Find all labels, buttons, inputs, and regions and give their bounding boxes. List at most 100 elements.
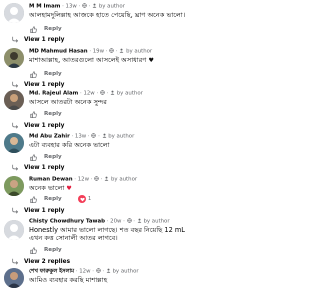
author-name[interactable]: Md. Rajeul Alam [29,91,78,97]
comment-header: Chisty Chowdhury Tawab · 20w · · by auth… [29,218,170,225]
comment-text-line-1: Honestly আমার ভালো লাগছে। শত বছর নিয়েছি… [29,226,185,234]
author-badge-icon [110,90,115,95]
view-replies-link[interactable]: View 1 reply [12,122,64,129]
globe-icon [91,133,97,138]
comment-header: Ruman Dewan · 12w · · by author [29,176,138,183]
author-badge-icon [137,218,142,223]
author-name[interactable]: Chisty Chowdhury Tawab [29,219,105,225]
author-badge-icon [102,133,106,138]
view-replies-link[interactable]: View 2 replies [12,258,70,265]
comment-time[interactable]: 12w [78,177,89,183]
comment-time[interactable]: 20w [110,219,121,225]
view-replies-label: View 1 reply [24,164,65,171]
author-name[interactable]: Md Abu Zahir [29,134,70,140]
author-name[interactable]: শেখ ফারুকুল ইসলাম [29,269,74,275]
globe-icon [100,90,105,95]
avatar[interactable] [4,3,24,23]
like-icon[interactable] [30,153,37,161]
globe-icon [82,3,87,8]
reply-arrow-icon [12,207,19,214]
author-badge: by author [112,268,139,275]
author-badge: by author [143,218,170,225]
view-replies-label: View 2 replies [24,258,71,265]
globe-icon [109,48,115,53]
view-replies-label: View 1 reply [24,36,65,43]
like-icon[interactable] [30,25,37,33]
view-replies-link[interactable]: View 1 reply [12,81,64,88]
comment-actions: Reply [30,246,62,254]
avatar[interactable] [4,220,24,240]
reply-arrow-icon [12,164,19,171]
view-replies-link[interactable]: View 1 reply [12,207,64,214]
avatar[interactable] [4,90,24,110]
author-badge: by author [116,90,143,97]
comment-text-row: মাশাআল্লাহ, আতরগুলো আসলেই অসাধারণ ♥ [29,56,296,65]
author-badge: by author [108,133,135,140]
avatar[interactable] [4,268,24,288]
reply-button[interactable]: Reply [44,111,62,117]
comment-time[interactable]: 13w [75,134,86,140]
comment-header: M M Imam · 13w · · by author [29,3,125,10]
view-replies-label: View 1 reply [24,81,65,88]
comment-actions: Reply [30,70,62,78]
comment-feed: M M Imam · 13w · · by author আলহামদুলিল্… [0,0,300,291]
author-name[interactable]: M M Imam [29,4,60,10]
globe-icon [95,268,101,273]
view-replies-link[interactable]: View 1 reply [12,36,64,43]
reply-arrow-icon [12,36,19,43]
view-replies-link[interactable]: View 1 reply [12,164,64,171]
comment-time[interactable]: 13w [66,4,77,10]
author-badge: by author [126,48,153,55]
author-badge-icon [104,176,109,181]
comment-header: শেখ ফারুকুল ইসলাম · 12w · · by author [29,268,139,275]
reply-button[interactable]: Reply [44,71,62,77]
reaction-summary[interactable]: 1 [78,195,91,203]
comment-text: এটা ব্যবহার করি অনেক ভালো [29,141,110,149]
comment-text: আমিও ব্যবহার করছি মাশাল্লাহ [29,276,108,284]
reaction-count: 1 [88,196,92,202]
author-badge-icon [92,3,97,8]
author-badge: by author [111,176,138,183]
comment-actions: Reply [30,110,62,118]
reply-button[interactable]: Reply [44,196,62,202]
avatar[interactable] [4,176,24,196]
reply-button[interactable]: Reply [44,26,62,32]
comment-time[interactable]: 12w [79,269,90,275]
comment-text: আলহামদুলিল্লাহ আজকে হাতে পেয়েছি, ঘ্রাণ … [29,11,186,19]
black-heart-icon: ♥ [148,57,154,64]
comment-header: Md. Rajeul Alam · 12w · · by author [29,90,143,97]
like-icon[interactable] [30,246,37,254]
reply-arrow-icon [12,81,19,88]
author-name[interactable]: Ruman Dewan [29,177,73,183]
author-name[interactable]: MD Mahmud Hasan [29,49,88,55]
comment-text: আসলে আতরটা অনেক সুন্দর [29,98,107,106]
comment-text-row: অনেক ভালো ♥ [29,184,296,193]
comment-actions: Reply [30,25,62,33]
author-badge-icon [106,268,111,273]
avatar[interactable] [4,133,24,153]
comment-time[interactable]: 19w [93,49,104,55]
reply-arrow-icon [12,258,19,265]
like-icon[interactable] [30,110,37,118]
comment-text: মাশাআল্লাহ, আতরগুলো আসলেই অসাধারণ [29,56,147,64]
comment-time[interactable]: 12w [83,91,94,97]
comment-actions: Reply [30,195,62,203]
reply-arrow-icon [12,122,19,129]
comment-header: MD Mahmud Hasan · 19w · · by author [29,48,153,55]
comment-actions: Reply [30,153,62,161]
like-icon[interactable] [30,70,37,78]
comment-text-line-2: এখন কত্ত সোনালী আতর লাগবে। [29,234,118,242]
like-icon[interactable] [30,195,37,203]
heart-emoji-icon: ♥ [66,185,72,192]
view-replies-label: View 1 reply [24,122,65,129]
comment-header: Md Abu Zahir · 13w · · by author [29,133,135,140]
reply-button[interactable]: Reply [44,247,62,253]
author-badge-icon [119,48,124,53]
author-badge: by author [98,3,125,10]
love-reaction-icon [78,195,86,203]
avatar[interactable] [4,48,24,68]
globe-icon [126,218,132,223]
reply-button[interactable]: Reply [44,154,62,160]
globe-icon [94,176,99,181]
view-replies-label: View 1 reply [24,207,65,214]
